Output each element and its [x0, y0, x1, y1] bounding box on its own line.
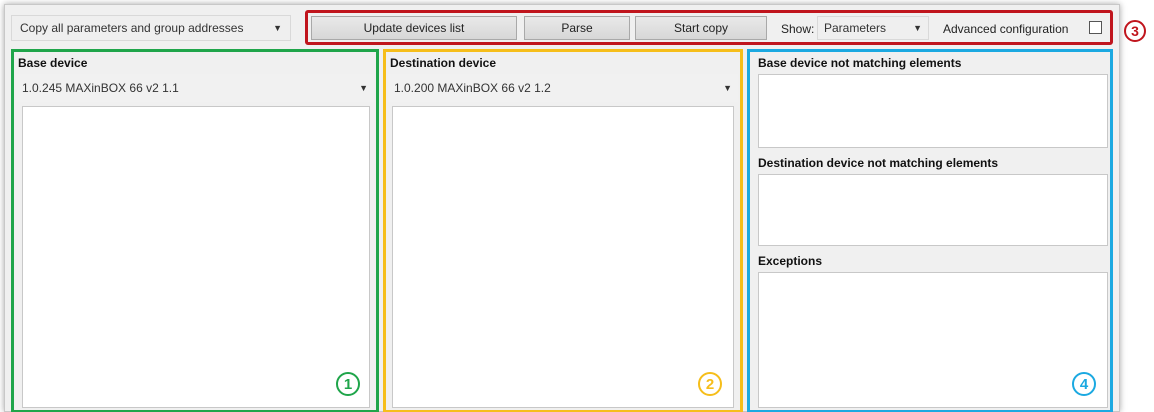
base-device-title: Base device	[18, 56, 88, 70]
chevron-down-icon: ▼	[273, 23, 282, 33]
show-label: Show:	[781, 22, 815, 36]
show-dropdown[interactable]: Parameters ▼	[817, 16, 929, 40]
advanced-config-label: Advanced configuration	[943, 22, 1069, 36]
advanced-config-checkbox[interactable]	[1089, 21, 1102, 34]
start-copy-button[interactable]: Start copy	[635, 16, 767, 40]
parse-button[interactable]: Parse	[524, 16, 630, 40]
marker-four: 4	[1072, 372, 1096, 396]
copy-mode-value: Copy all parameters and group addresses	[20, 21, 244, 35]
destination-device-select[interactable]: 1.0.200 MAXinBOX 66 v2 1.2 ▼	[388, 74, 738, 102]
base-device-panel: Base device 1.0.245 MAXinBOX 66 v2 1.1 ▼…	[11, 49, 379, 412]
marker-one: 1	[336, 372, 360, 396]
base-not-matching-list[interactable]	[758, 74, 1108, 148]
chevron-down-icon: ▼	[359, 83, 368, 93]
chevron-down-icon: ▼	[913, 23, 922, 33]
marker-two: 2	[698, 372, 722, 396]
exceptions-title: Exceptions	[758, 254, 823, 268]
base-device-tree[interactable]	[22, 106, 370, 408]
app-window: Copy all parameters and group addresses …	[4, 4, 1120, 412]
exceptions-list[interactable]	[758, 272, 1108, 408]
show-value: Parameters	[824, 21, 887, 35]
dest-not-matching-title: Destination device not matching elements	[758, 156, 999, 170]
base-not-matching-title: Base device not matching elements	[758, 56, 962, 70]
destination-device-value: 1.0.200 MAXinBOX 66 v2 1.2	[394, 81, 551, 95]
results-panel: Base device not matching elements Destin…	[747, 49, 1113, 412]
update-devices-button[interactable]: Update devices list	[311, 16, 517, 40]
destination-device-title: Destination device	[390, 56, 497, 70]
base-device-value: 1.0.245 MAXinBOX 66 v2 1.1	[22, 81, 179, 95]
destination-device-panel: Destination device 1.0.200 MAXinBOX 66 v…	[383, 49, 743, 412]
base-device-select[interactable]: 1.0.245 MAXinBOX 66 v2 1.1 ▼	[16, 74, 374, 102]
chevron-down-icon: ▼	[723, 83, 732, 93]
copy-mode-dropdown[interactable]: Copy all parameters and group addresses …	[11, 15, 291, 41]
destination-device-tree[interactable]	[392, 106, 734, 408]
marker-three: 3	[1124, 20, 1146, 42]
dest-not-matching-list[interactable]	[758, 174, 1108, 246]
